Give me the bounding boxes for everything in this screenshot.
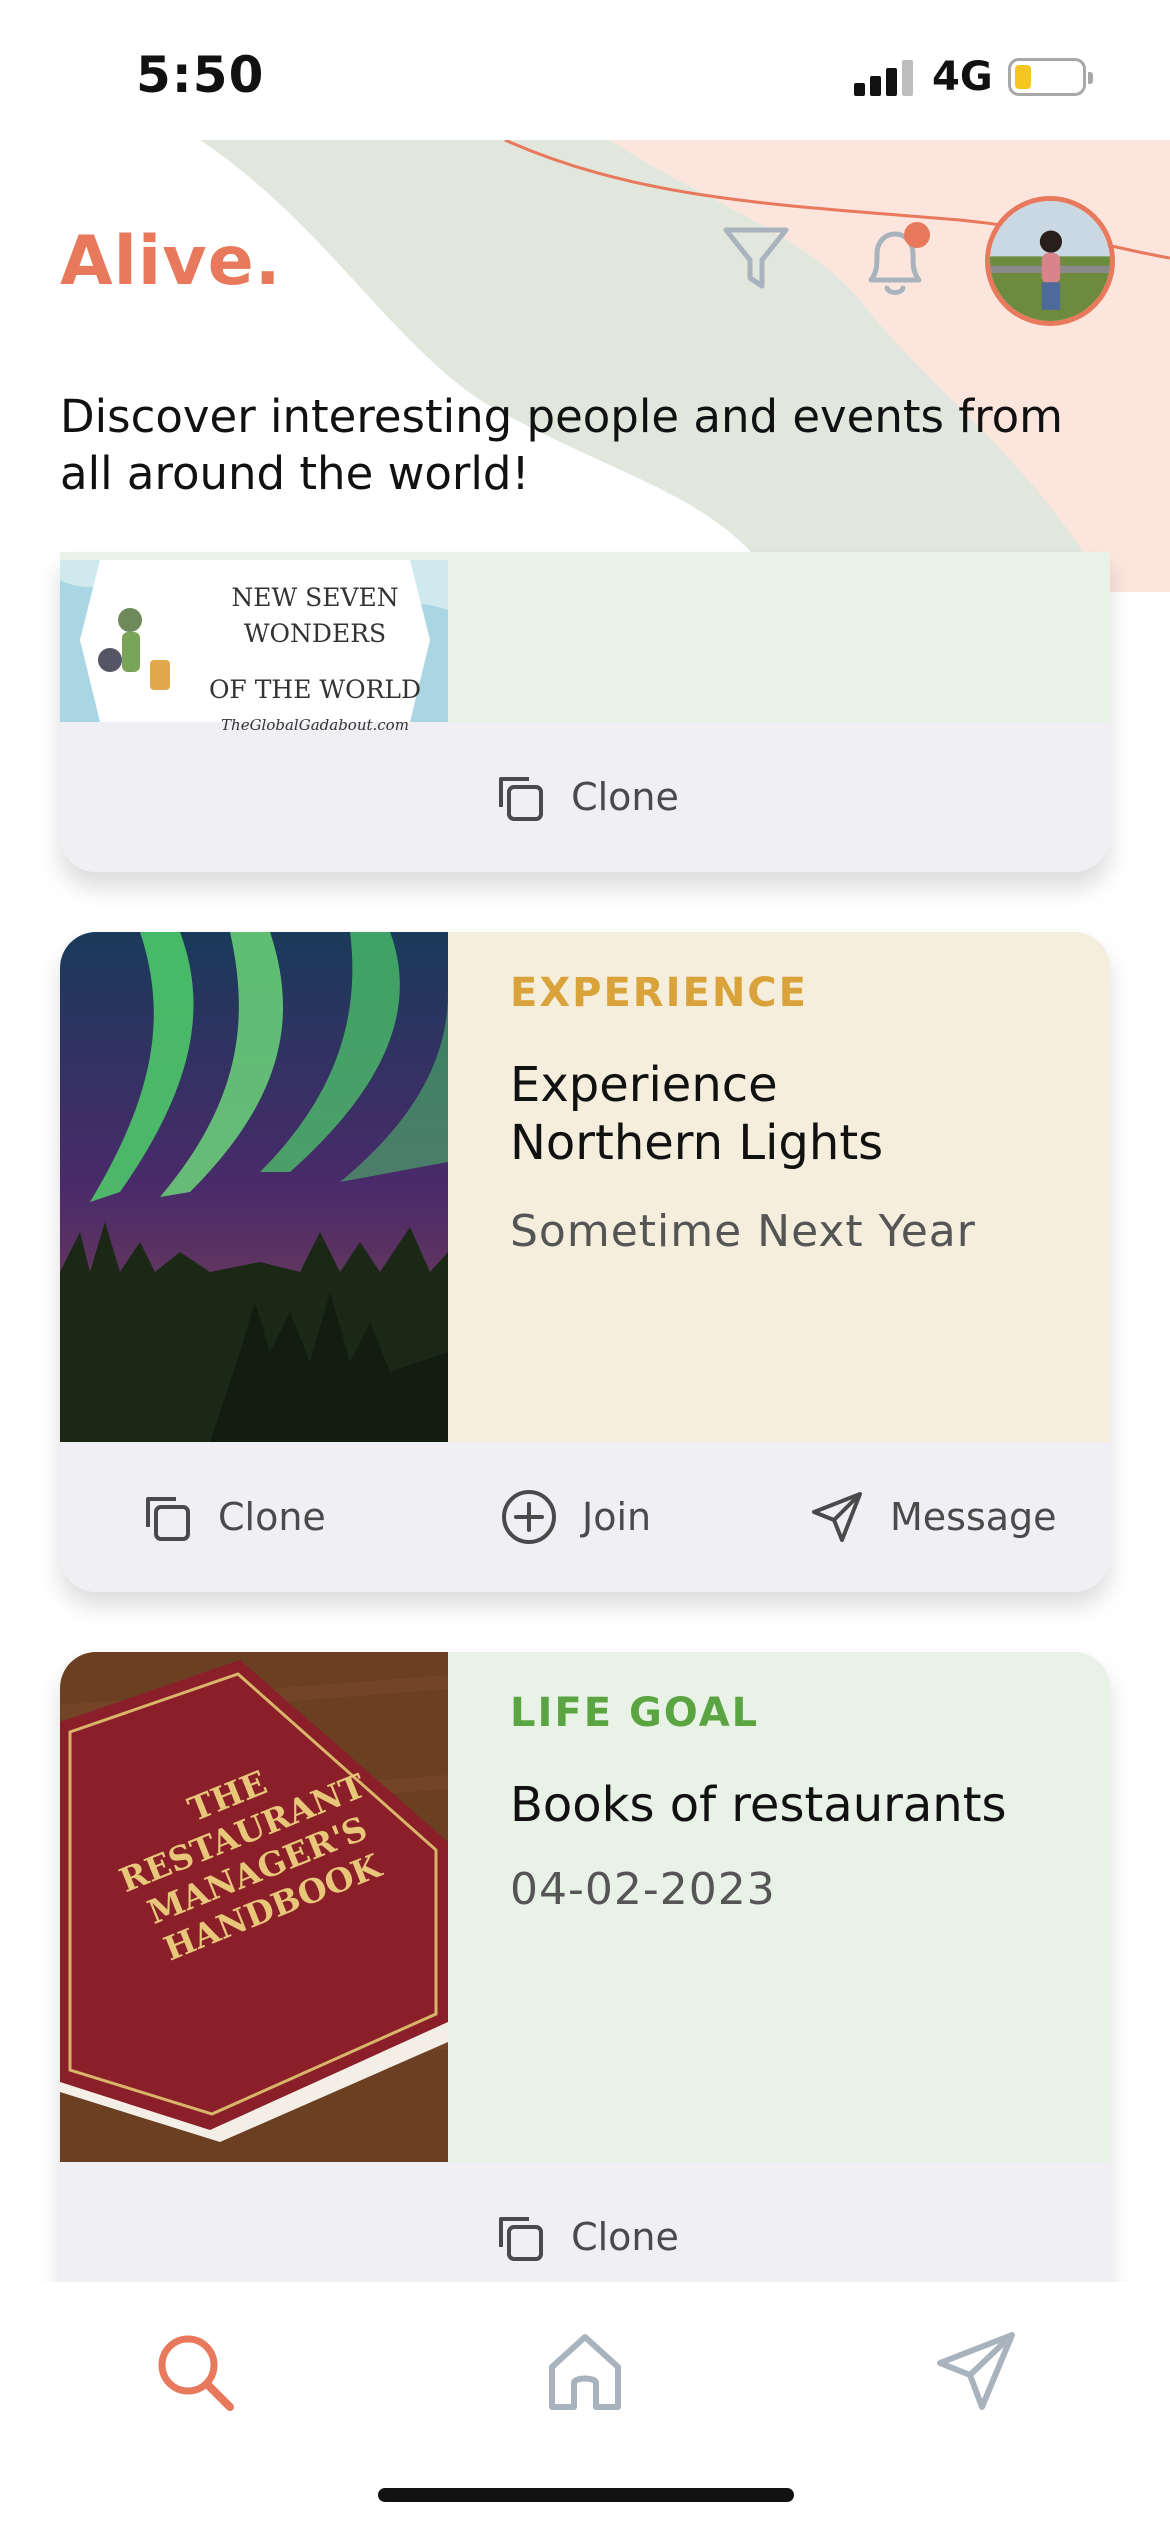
clone-button[interactable]: Clone <box>138 1442 326 1592</box>
avatar[interactable] <box>985 196 1115 326</box>
wonders-line: NEW SEVEN WONDERS <box>231 583 399 648</box>
avatar-photo <box>990 201 1110 321</box>
search-icon <box>158 2335 234 2411</box>
card-wonders[interactable]: NEW SEVEN WONDERS OF THE WORLD TheGlobal… <box>60 552 1110 872</box>
app-title: Alive. <box>60 222 282 301</box>
card-northern-lights[interactable]: EXPERIENCE Experience Northern Lights So… <box>60 932 1110 1592</box>
clone-icon <box>499 777 544 821</box>
signal-icon <box>854 60 914 96</box>
message-button[interactable]: Message <box>808 1442 1057 1592</box>
send-icon <box>812 1492 862 1542</box>
clone-label: Clone <box>571 2215 679 2259</box>
card-actions: Clone <box>60 722 1110 872</box>
card-category: EXPERIENCE <box>510 970 808 1016</box>
message-label: Message <box>890 1495 1057 1539</box>
card-title: Books of restaurants <box>510 1777 1007 1833</box>
clone-icon <box>499 2217 544 2261</box>
wonders-line: OF THE WORLD <box>208 675 422 704</box>
card-body: LIFE GOAL Books of restaurants 04-02-202… <box>448 1652 1110 2162</box>
join-label: Join <box>582 1495 652 1539</box>
home-icon <box>549 2334 621 2410</box>
notification-dot <box>904 222 930 248</box>
clone-label: Clone <box>218 1495 326 1539</box>
battery-icon <box>1008 58 1093 96</box>
filter-icon[interactable] <box>720 222 792 294</box>
card-books-of-restaurants[interactable]: LIFE GOAL Books of restaurants 04-02-202… <box>60 1652 1110 2312</box>
send-icon <box>937 2332 1015 2410</box>
card-title: Experience Northern Lights <box>510 1056 883 1172</box>
plus-circle-icon <box>502 1490 556 1544</box>
tagline: Discover interesting people and events f… <box>60 390 1063 500</box>
home-indicator <box>378 2488 794 2502</box>
card-date: 04-02-2023 <box>510 1864 776 1915</box>
card-actions: Clone Join Message <box>60 1442 1110 1592</box>
card-date: Sometime Next Year <box>510 1206 976 1257</box>
card-category: LIFE GOAL <box>510 1690 760 1736</box>
nav-search[interactable] <box>145 2322 245 2422</box>
nav-messages[interactable] <box>925 2322 1025 2422</box>
header-decoration <box>200 140 1170 592</box>
status-time: 5:50 <box>136 46 265 104</box>
card-title-line: Northern Lights <box>510 1115 884 1171</box>
clone-label: Clone <box>571 775 679 819</box>
nav-home[interactable] <box>535 2322 635 2422</box>
wonders-title: NEW SEVEN WONDERS OF THE WORLD TheGlobal… <box>190 580 440 736</box>
clone-icon <box>146 1497 190 1541</box>
card-title-line: Experience <box>510 1057 778 1113</box>
wonders-line: TheGlobalGadabout.com <box>221 716 409 734</box>
northern-lights-image <box>60 932 448 1442</box>
card-image <box>60 932 448 1442</box>
network-label: 4G <box>932 54 993 100</box>
status-bar: 5:50 4G <box>0 0 1170 140</box>
clone-button[interactable]: Clone <box>60 722 1110 872</box>
join-button[interactable]: Join <box>500 1442 651 1592</box>
card-body: EXPERIENCE Experience Northern Lights So… <box>448 932 1110 1442</box>
